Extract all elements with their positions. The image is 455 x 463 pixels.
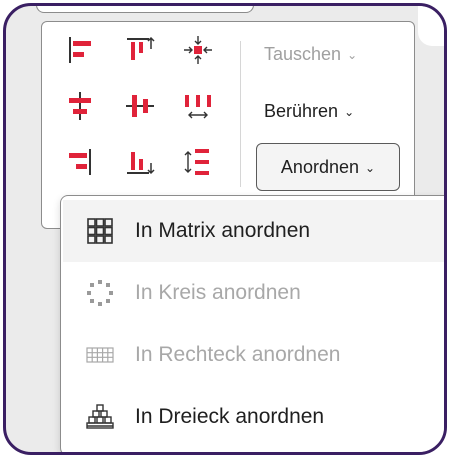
menu-item-label: In Dreieck anordnen — [135, 405, 325, 428]
distribute-vertical-icon[interactable] — [181, 145, 215, 179]
background-panel-right — [418, 6, 444, 46]
menu-item-circle[interactable]: In Kreis anordnen — [63, 262, 444, 324]
chevron-down-icon: ⌄ — [347, 48, 358, 62]
align-bottom-icon[interactable] — [123, 145, 157, 179]
align-left-icon[interactable] — [63, 33, 97, 67]
align-icon-grid — [63, 33, 223, 183]
menu-item-label: In Rechteck anordnen — [135, 343, 341, 366]
menu-item-label: In Kreis anordnen — [135, 281, 301, 304]
arrange-label: Anordnen — [280, 156, 359, 177]
align-center-point-icon[interactable] — [181, 33, 215, 67]
triangle-stack-icon — [86, 404, 114, 429]
arrange-button[interactable]: Anordnen ⌄ — [256, 143, 400, 191]
touch-label: Berühren — [264, 100, 339, 121]
align-right-icon[interactable] — [63, 145, 97, 179]
ribbon-separator — [240, 41, 241, 187]
menu-item-label: In Matrix anordnen — [135, 219, 311, 242]
rectangle-grid-icon — [86, 347, 114, 363]
swap-button[interactable]: Tauschen ⌄ — [264, 39, 357, 69]
align-middle-vertical-icon[interactable] — [123, 89, 157, 123]
align-center-horizontal-icon[interactable] — [63, 89, 97, 123]
circle-dots-icon — [87, 280, 113, 306]
matrix-grid-icon — [87, 218, 113, 244]
align-top-icon[interactable] — [123, 33, 157, 67]
touch-button[interactable]: Berühren ⌄ — [264, 96, 354, 126]
screenshot-frame: Tauschen ⌄ Berühren ⌄ Anordnen ⌄ In Matr… — [3, 3, 447, 455]
distribute-horizontal-icon[interactable] — [181, 89, 215, 123]
menu-item-matrix[interactable]: In Matrix anordnen — [63, 200, 444, 262]
chevron-down-icon: ⌄ — [344, 105, 355, 119]
top-panel-edge — [36, 6, 254, 13]
arrange-dropdown-menu: In Matrix anordnen In Kreis anordnen In … — [60, 195, 444, 452]
swap-label: Tauschen — [264, 43, 342, 64]
menu-item-triangle[interactable]: In Dreieck anordnen — [63, 386, 444, 448]
chevron-down-icon: ⌄ — [365, 161, 376, 175]
menu-item-rectangle[interactable]: In Rechteck anordnen — [63, 324, 444, 386]
